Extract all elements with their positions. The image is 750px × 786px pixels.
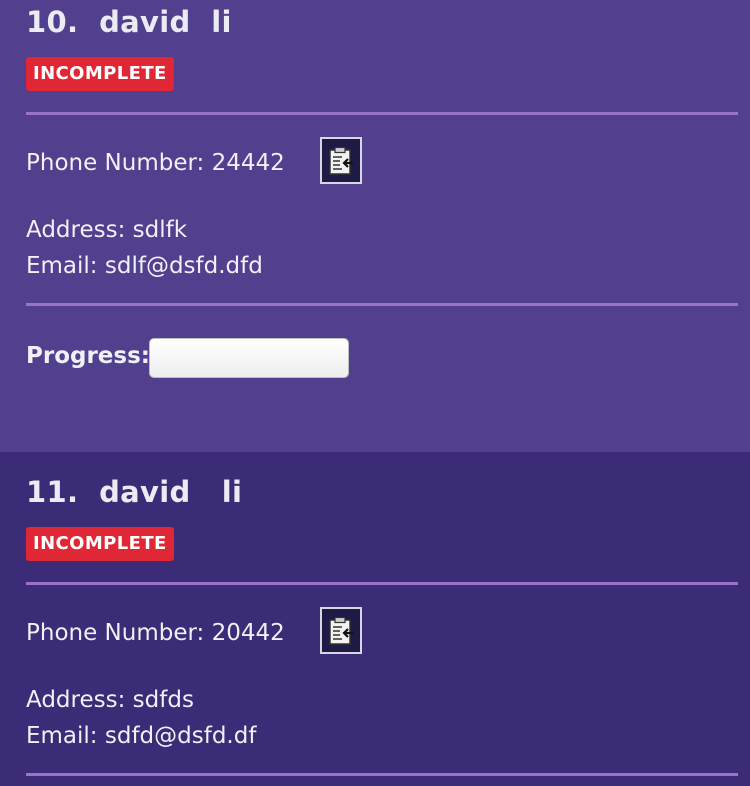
progress-label: Progress: [26,343,150,369]
address-line: Address: sdfds [26,689,194,712]
address-value: sdlfk [132,217,188,243]
status-badge: INCOMPLETE [26,527,174,561]
progress-bar [149,338,349,378]
email-line: Email: sdlf@dsfd.dfd [26,255,263,278]
clipboard-paste-icon [329,616,353,645]
person-name: 10. david li [26,8,232,37]
person-index: 11. [26,475,79,509]
phone-line: Phone Number: 20442 [26,622,285,645]
clipboard-paste-icon [329,146,353,175]
divider [26,112,738,115]
phone-value: 20442 [211,620,285,646]
address-label: Address: [26,687,126,713]
divider [26,303,738,306]
address-value: sdfds [132,687,194,713]
address-line: Address: sdlfk [26,219,187,242]
phone-line: Phone Number: 24442 [26,152,285,175]
person-name: 11. david li [26,478,242,507]
email-label: Email: [26,723,98,749]
email-line: Email: sdfd@dsfd.df [26,725,256,748]
person-name-text: david li [99,475,243,509]
address-label: Address: [26,217,126,243]
phone-label: Phone Number: [26,150,205,176]
person-name-text: david li [99,5,232,39]
person-card[interactable]: 11. david li INCOMPLETE Phone Number: 20… [0,452,750,786]
phone-label: Phone Number: [26,620,205,646]
copy-button[interactable] [320,607,362,654]
phone-value: 24442 [211,150,285,176]
person-index: 10. [26,5,79,39]
copy-button[interactable] [320,137,362,184]
status-badge: INCOMPLETE [26,57,174,91]
email-value: sdlf@dsfd.dfd [104,253,263,279]
email-label: Email: [26,253,98,279]
divider [26,773,738,776]
email-value: sdfd@dsfd.df [104,723,257,749]
person-card[interactable]: 10. david li INCOMPLETE Phone Number: 24… [0,0,750,452]
divider [26,582,738,585]
